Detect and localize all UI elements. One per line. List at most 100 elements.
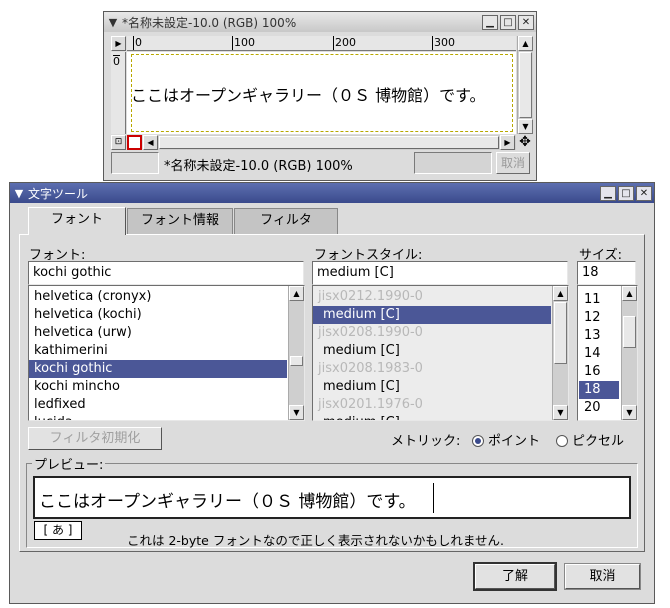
size-list-item[interactable]: 20: [579, 399, 619, 417]
close-icon[interactable]: ✕: [636, 185, 652, 201]
font-list-item[interactable]: helvetica (kochi): [29, 306, 287, 324]
font-list-item[interactable]: helvetica (cronyx): [29, 288, 287, 306]
font-style-list-item[interactable]: jisx0201.1976-0: [313, 396, 551, 414]
metric-pixel-option[interactable]: ピクセル: [556, 430, 624, 449]
preview-entry[interactable]: ここはオープンギャラリー（０Ｓ 博物館）です。: [33, 476, 631, 519]
size-input[interactable]: 18: [577, 261, 636, 285]
font-style-list[interactable]: jisx0212.1990-0 medium [C] jisx0208.1990-0…: [312, 285, 569, 421]
image-window-titlebar[interactable]: ▼ *名称未設定-10.0 (RGB) 100% ▁ □ ✕: [104, 12, 536, 32]
image-cancel-button[interactable]: 取消: [496, 152, 530, 174]
radio-pixel-icon[interactable]: [556, 435, 568, 447]
font-list-items: helvetica (cronyx) helvetica (kochi) helve…: [29, 288, 287, 420]
metric-label: メトリック:: [391, 434, 461, 449]
font-list-item[interactable]: ledfixed: [29, 396, 287, 414]
font-list-scrollbar[interactable]: ▲ ▼: [288, 286, 304, 420]
ruler-menu-button[interactable]: ▶: [111, 36, 126, 51]
scroll-thumb[interactable]: [519, 52, 532, 118]
progress-bar: [414, 152, 492, 174]
scroll-up-icon[interactable]: ▲: [289, 286, 304, 301]
font-list[interactable]: helvetica (cronyx) helvetica (kochi) helve…: [28, 285, 305, 421]
font-style-list-item[interactable]: medium [C]: [313, 414, 551, 420]
image-vertical-scrollbar[interactable]: ▲ ▼: [517, 36, 533, 134]
image-window-title: *名称未設定-10.0 (RGB) 100%: [122, 15, 297, 30]
font-style-list-item[interactable]: medium [C]: [313, 306, 551, 324]
tab-font-info[interactable]: フォント情報: [127, 208, 233, 234]
size-list-item[interactable]: 18: [579, 381, 619, 399]
radio-point-icon[interactable]: [472, 435, 484, 447]
metric-pixel-text: ピクセル: [572, 434, 625, 449]
tab-filter[interactable]: フィルタ: [234, 208, 338, 234]
dialog-titlebar[interactable]: ▼ 文字ツール ▁ □ ✕: [10, 183, 654, 203]
minimize-icon[interactable]: ▁: [600, 185, 616, 201]
scroll-down-icon[interactable]: ▼: [518, 119, 533, 134]
scroll-left-icon[interactable]: ◀: [143, 135, 158, 150]
horizontal-ruler[interactable]: 0 100 200 300: [127, 36, 516, 51]
scroll-up-icon[interactable]: ▲: [622, 286, 637, 301]
reset-filter-button[interactable]: フィルタ初期化: [28, 427, 162, 450]
window-menu-icon[interactable]: ▼: [10, 187, 28, 200]
image-horizontal-scrollbar[interactable]: ◀ ▶: [143, 135, 516, 150]
size-list-item[interactable]: 16: [579, 363, 619, 381]
font-style-input[interactable]: medium [C]: [312, 261, 568, 285]
font-style-list-item[interactable]: jisx0212.1990-0: [313, 288, 551, 306]
scroll-up-icon[interactable]: ▲: [518, 36, 533, 51]
ruler-left-tick-0: 0: [113, 55, 120, 68]
size-list-scrollbar[interactable]: ▲ ▼: [621, 286, 637, 420]
ruler-tick-100: 100: [232, 36, 255, 50]
ruler-tick-300: 300: [432, 36, 455, 50]
scroll-down-icon[interactable]: ▼: [553, 405, 568, 420]
quickmask-on-icon[interactable]: [127, 135, 142, 150]
ok-button[interactable]: 了解: [475, 564, 555, 589]
two-byte-warning: これは 2-byte フォントなので正しく表示されないかもしれません.: [127, 533, 504, 548]
window-menu-icon[interactable]: ▼: [104, 16, 122, 29]
scroll-down-icon[interactable]: ▼: [289, 405, 304, 420]
maximize-icon[interactable]: □: [500, 14, 516, 30]
preview-text: ここはオープンギャラリー（０Ｓ 博物館）です。: [39, 492, 416, 512]
close-icon[interactable]: ✕: [518, 14, 534, 30]
hscroll-thumb[interactable]: [159, 136, 499, 149]
font-list-item[interactable]: kathimerini: [29, 342, 287, 360]
preview-label: プレビュー:: [32, 454, 106, 473]
font-list-item[interactable]: helvetica (urw): [29, 324, 287, 342]
style-scroll-thumb[interactable]: [554, 302, 567, 364]
font-style-list-items: jisx0212.1990-0 medium [C] jisx0208.1990-0…: [313, 288, 551, 420]
metric-point-text: ポイント: [488, 434, 541, 449]
quickmask-toggle-icon[interactable]: ⊡: [111, 135, 126, 150]
text-cursor: [433, 483, 434, 513]
size-list-items: 11 12 13 14 16 18 20: [579, 291, 619, 417]
ime-indicator: [ あ ]: [34, 521, 82, 540]
image-window: ▼ *名称未設定-10.0 (RGB) 100% ▁ □ ✕ ▶ 0 100 2…: [103, 11, 537, 181]
font-style-list-item[interactable]: medium [C]: [313, 342, 551, 360]
font-style-list-item[interactable]: jisx0208.1983-0: [313, 360, 551, 378]
ruler-tick-0: 0: [133, 36, 142, 50]
font-style-scrollbar[interactable]: ▲ ▼: [552, 286, 568, 420]
scroll-down-icon[interactable]: ▼: [622, 405, 637, 420]
font-list-item[interactable]: kochi mincho: [29, 378, 287, 396]
scroll-right-icon[interactable]: ▶: [500, 135, 515, 150]
unit-field[interactable]: [111, 152, 159, 174]
metric-point-option[interactable]: ポイント: [472, 430, 540, 449]
navigate-icon[interactable]: ✥: [517, 134, 533, 150]
cancel-button[interactable]: 取消: [565, 564, 640, 589]
ruler-tick-200: 200: [333, 36, 356, 50]
maximize-icon[interactable]: □: [618, 185, 634, 201]
image-canvas[interactable]: ここはオープンギャラリー（０Ｓ 博物館）です。: [127, 52, 516, 134]
font-input[interactable]: kochi gothic: [28, 261, 304, 285]
tab-font[interactable]: フォント: [28, 207, 126, 235]
scroll-up-icon[interactable]: ▲: [553, 286, 568, 301]
font-scroll-thumb[interactable]: [290, 356, 303, 366]
dialog-title: 文字ツール: [28, 186, 89, 201]
size-list-item[interactable]: 11: [579, 291, 619, 309]
minimize-icon[interactable]: ▁: [482, 14, 498, 30]
vertical-ruler[interactable]: 0: [111, 52, 126, 134]
image-status-text: *名称未設定-10.0 (RGB) 100%: [164, 159, 353, 174]
size-scroll-thumb[interactable]: [623, 316, 636, 348]
size-list-item[interactable]: 13: [579, 327, 619, 345]
size-list-item[interactable]: 14: [579, 345, 619, 363]
font-list-item[interactable]: kochi gothic: [29, 360, 287, 378]
font-style-list-item[interactable]: jisx0208.1990-0: [313, 324, 551, 342]
font-list-item[interactable]: lucida: [29, 414, 287, 420]
font-style-list-item[interactable]: medium [C]: [313, 378, 551, 396]
size-list[interactable]: 11 12 13 14 16 18 20 ▲ ▼: [577, 285, 638, 421]
size-list-item[interactable]: 12: [579, 309, 619, 327]
